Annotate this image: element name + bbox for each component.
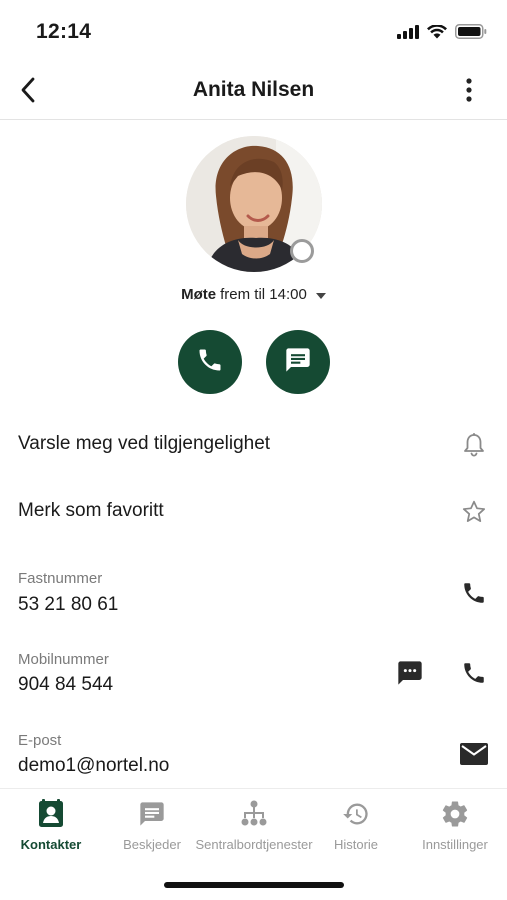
status-time: 12:14 — [36, 20, 92, 43]
star-icon[interactable] — [459, 497, 489, 527]
landline-value: 53 21 80 61 — [18, 594, 119, 615]
landline-label: Fastnummer — [18, 570, 103, 587]
call-landline-button[interactable] — [459, 578, 489, 608]
avatar-container — [186, 136, 322, 272]
tab-messages[interactable]: Beskjeder — [116, 799, 188, 861]
presence-status-label: Møte — [181, 286, 217, 303]
tab-label-history: Historie — [333, 837, 379, 852]
mobile-label: Mobilnummer — [18, 651, 109, 668]
more-options-button[interactable] — [451, 72, 487, 112]
message-icon — [137, 799, 167, 829]
notify-availability-row[interactable]: Varsle meg ved tilgjengelighet — [0, 420, 507, 470]
sms-mobile-button[interactable] — [395, 658, 425, 688]
home-indicator[interactable] — [164, 882, 344, 888]
caret-down-icon — [315, 292, 326, 299]
mobile-value: 904 84 544 — [18, 674, 114, 695]
page-title: Anita Nilsen — [192, 78, 315, 101]
email-label: E-post — [18, 732, 62, 749]
status-bar: 12:14 — [0, 0, 507, 62]
tab-contacts[interactable]: Kontakter — [12, 799, 90, 861]
send-email-button[interactable] — [459, 739, 489, 769]
contacts-icon — [36, 799, 66, 829]
call-mobile-button[interactable] — [459, 658, 489, 688]
signal-icon — [397, 24, 419, 44]
tab-label-switchboard: Sentralbordtjenester — [195, 837, 313, 852]
email-value: demo1@nortel.no — [18, 755, 170, 776]
notify-availability-label: Varsle meg ved tilgjengelighet — [18, 433, 271, 454]
status-icons — [397, 23, 487, 44]
tab-label-contacts: Kontakter — [20, 837, 82, 852]
call-button[interactable] — [178, 330, 242, 394]
tab-history[interactable]: Historie — [324, 799, 388, 861]
gear-icon — [440, 799, 470, 829]
presence-indicator — [290, 239, 314, 263]
battery-icon — [455, 24, 487, 44]
chat-icon — [284, 346, 312, 379]
phone-icon — [196, 346, 224, 379]
landline-row: Fastnummer 53 21 80 61 — [0, 566, 507, 622]
tab-label-messages: Beskjeder — [123, 837, 181, 852]
tab-switchboard[interactable]: Sentralbordtjenester — [188, 799, 320, 861]
presence-status-until: frem til 14:00 — [220, 286, 307, 303]
mobile-row: Mobilnummer 904 84 544 — [0, 648, 507, 704]
presence-status-dropdown[interactable]: Møte frem til 14:00 — [0, 286, 507, 303]
org-chart-icon — [239, 799, 269, 829]
email-row: E-post demo1@nortel.no — [0, 730, 507, 786]
more-vertical-icon — [466, 77, 472, 107]
message-button[interactable] — [266, 330, 330, 394]
tab-settings[interactable]: Innstillinger — [412, 799, 498, 861]
bottom-tab-bar: Kontakter Beskjeder Sentralbordtjenester… — [0, 788, 507, 900]
mark-favorite-label: Merk som favoritt — [18, 500, 164, 521]
wifi-icon — [427, 23, 447, 44]
mark-favorite-row[interactable]: Merk som favoritt — [0, 486, 507, 536]
bell-icon[interactable] — [459, 430, 489, 460]
tab-label-settings: Innstillinger — [422, 837, 488, 852]
nav-bar: Anita Nilsen — [0, 62, 507, 120]
history-icon — [341, 799, 371, 829]
